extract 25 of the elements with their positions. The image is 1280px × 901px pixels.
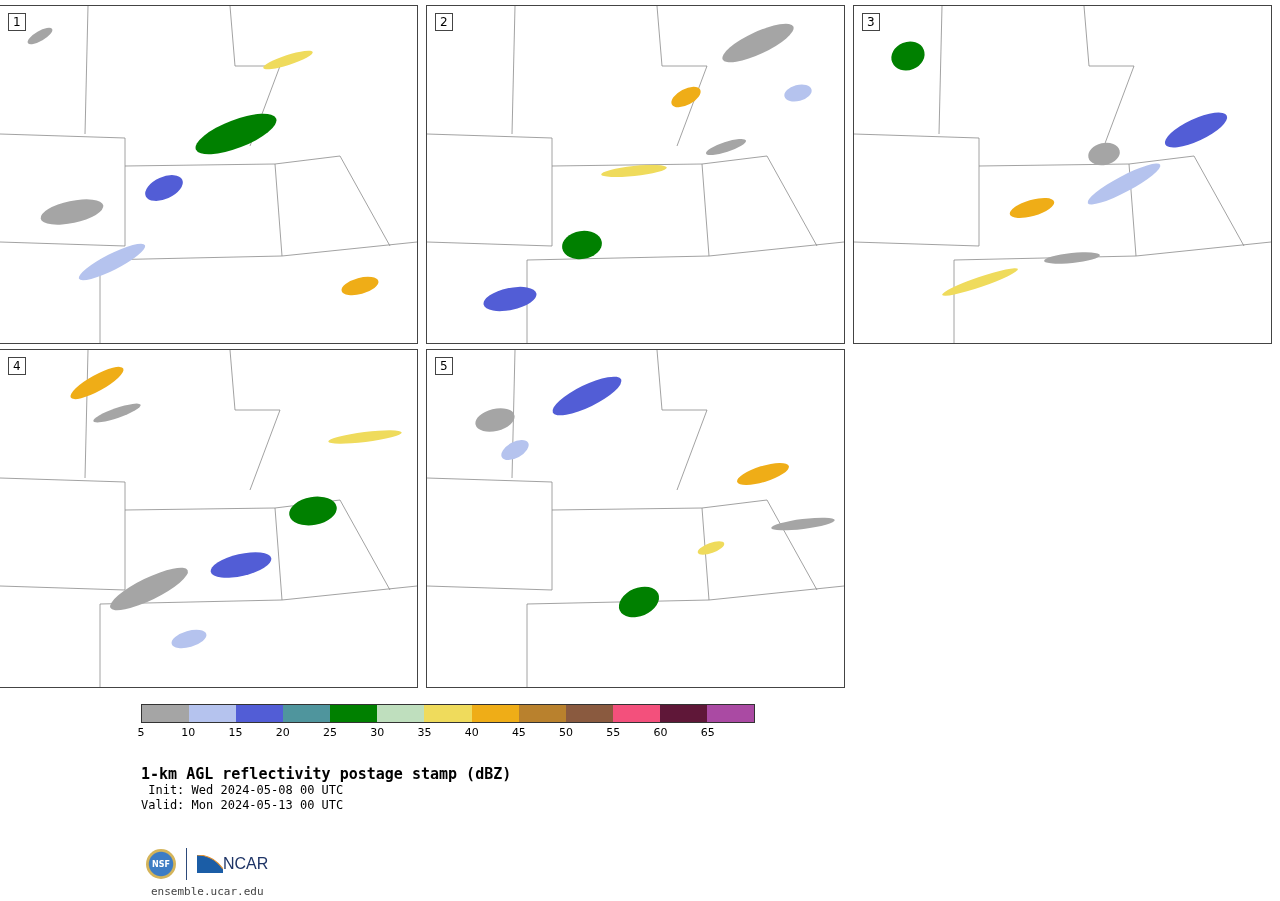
panel-number: 3 xyxy=(862,13,880,31)
tick-label: 35 xyxy=(417,726,432,739)
panel-number: 5 xyxy=(435,357,453,375)
tick-label: 10 xyxy=(181,726,196,739)
chart-title: 1-km AGL reflectivity postage stamp (dBZ) xyxy=(141,765,513,783)
valid-time: Valid: Mon 2024-05-13 00 UTC xyxy=(141,798,345,813)
tick-label: 45 xyxy=(511,726,526,739)
tick-label: 30 xyxy=(370,726,385,739)
tick-label: 20 xyxy=(275,726,290,739)
init-time: Init: Wed 2024-05-08 00 UTC xyxy=(147,783,345,798)
panel-number: 4 xyxy=(8,357,26,375)
tick-label: 40 xyxy=(464,726,479,739)
logo-text: NCAR xyxy=(223,855,269,873)
tick-label: 65 xyxy=(700,726,715,739)
seal-logo: NSF xyxy=(146,849,176,879)
swoosh-icon xyxy=(197,855,223,873)
tick-label: 55 xyxy=(606,726,621,739)
tick-label: 60 xyxy=(653,726,668,739)
tick-label: 25 xyxy=(322,726,337,739)
panel-number: 1 xyxy=(8,13,26,31)
website-url: ensemble.ucar.edu xyxy=(151,885,264,898)
tick-label: 50 xyxy=(559,726,574,739)
tick-label: 15 xyxy=(228,726,243,739)
tick-label: 5 xyxy=(137,726,145,739)
panel-number: 2 xyxy=(435,13,453,31)
